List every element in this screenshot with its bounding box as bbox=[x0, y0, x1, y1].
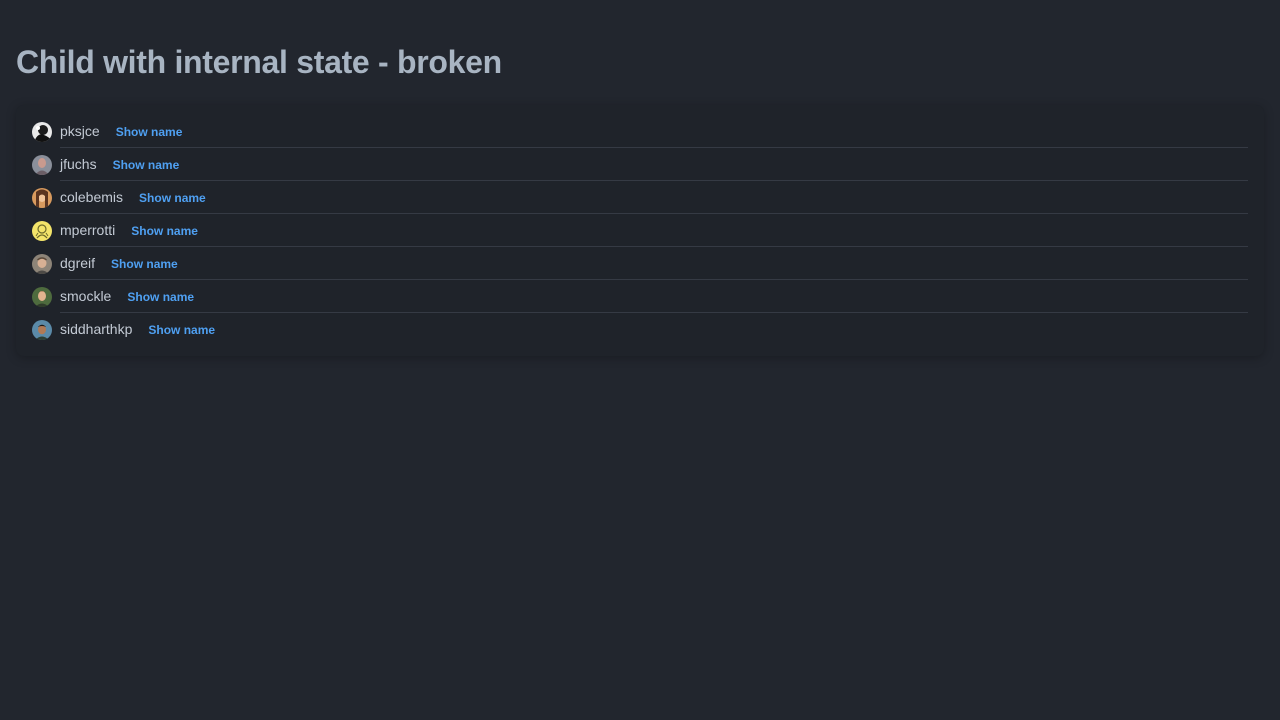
user-avatar-icon bbox=[32, 187, 52, 208]
username: pksjce bbox=[60, 122, 100, 139]
list-item: smockle Show name bbox=[32, 280, 1248, 313]
list-item: pksjce Show name bbox=[32, 115, 1248, 148]
user-avatar-icon bbox=[32, 154, 52, 175]
username: jfuchs bbox=[60, 155, 97, 172]
list-item: siddharthkp Show name bbox=[32, 313, 1248, 346]
show-name-button[interactable]: Show name bbox=[148, 322, 215, 338]
list-item: jfuchs Show name bbox=[32, 148, 1248, 181]
show-name-button[interactable]: Show name bbox=[111, 256, 178, 272]
username: siddharthkp bbox=[60, 320, 133, 337]
username: dgreif bbox=[60, 254, 96, 271]
list-item: dgreif Show name bbox=[32, 247, 1248, 280]
show-name-button[interactable]: Show name bbox=[116, 124, 183, 140]
list-item: colebemis Show name bbox=[32, 181, 1248, 214]
user-avatar-icon bbox=[32, 319, 52, 340]
user-avatar-icon bbox=[32, 121, 52, 142]
show-name-button[interactable]: Show name bbox=[139, 190, 206, 206]
show-name-button[interactable]: Show name bbox=[113, 157, 180, 173]
user-list-card: pksjce Show name jfuchs Show name colebe… bbox=[16, 105, 1264, 356]
username: mperrotti bbox=[60, 221, 116, 238]
user-list: pksjce Show name jfuchs Show name colebe… bbox=[32, 115, 1248, 346]
username: colebemis bbox=[60, 188, 124, 205]
user-avatar-icon bbox=[32, 220, 52, 241]
show-name-button[interactable]: Show name bbox=[131, 223, 198, 239]
list-item: mperrotti Show name bbox=[32, 214, 1248, 247]
username: smockle bbox=[60, 287, 112, 304]
show-name-button[interactable]: Show name bbox=[127, 289, 194, 305]
user-avatar-icon bbox=[32, 253, 52, 274]
page: Child with internal state - broken pksjc… bbox=[0, 0, 1280, 720]
user-avatar-icon bbox=[32, 286, 52, 307]
page-title: Child with internal state - broken bbox=[16, 44, 502, 80]
